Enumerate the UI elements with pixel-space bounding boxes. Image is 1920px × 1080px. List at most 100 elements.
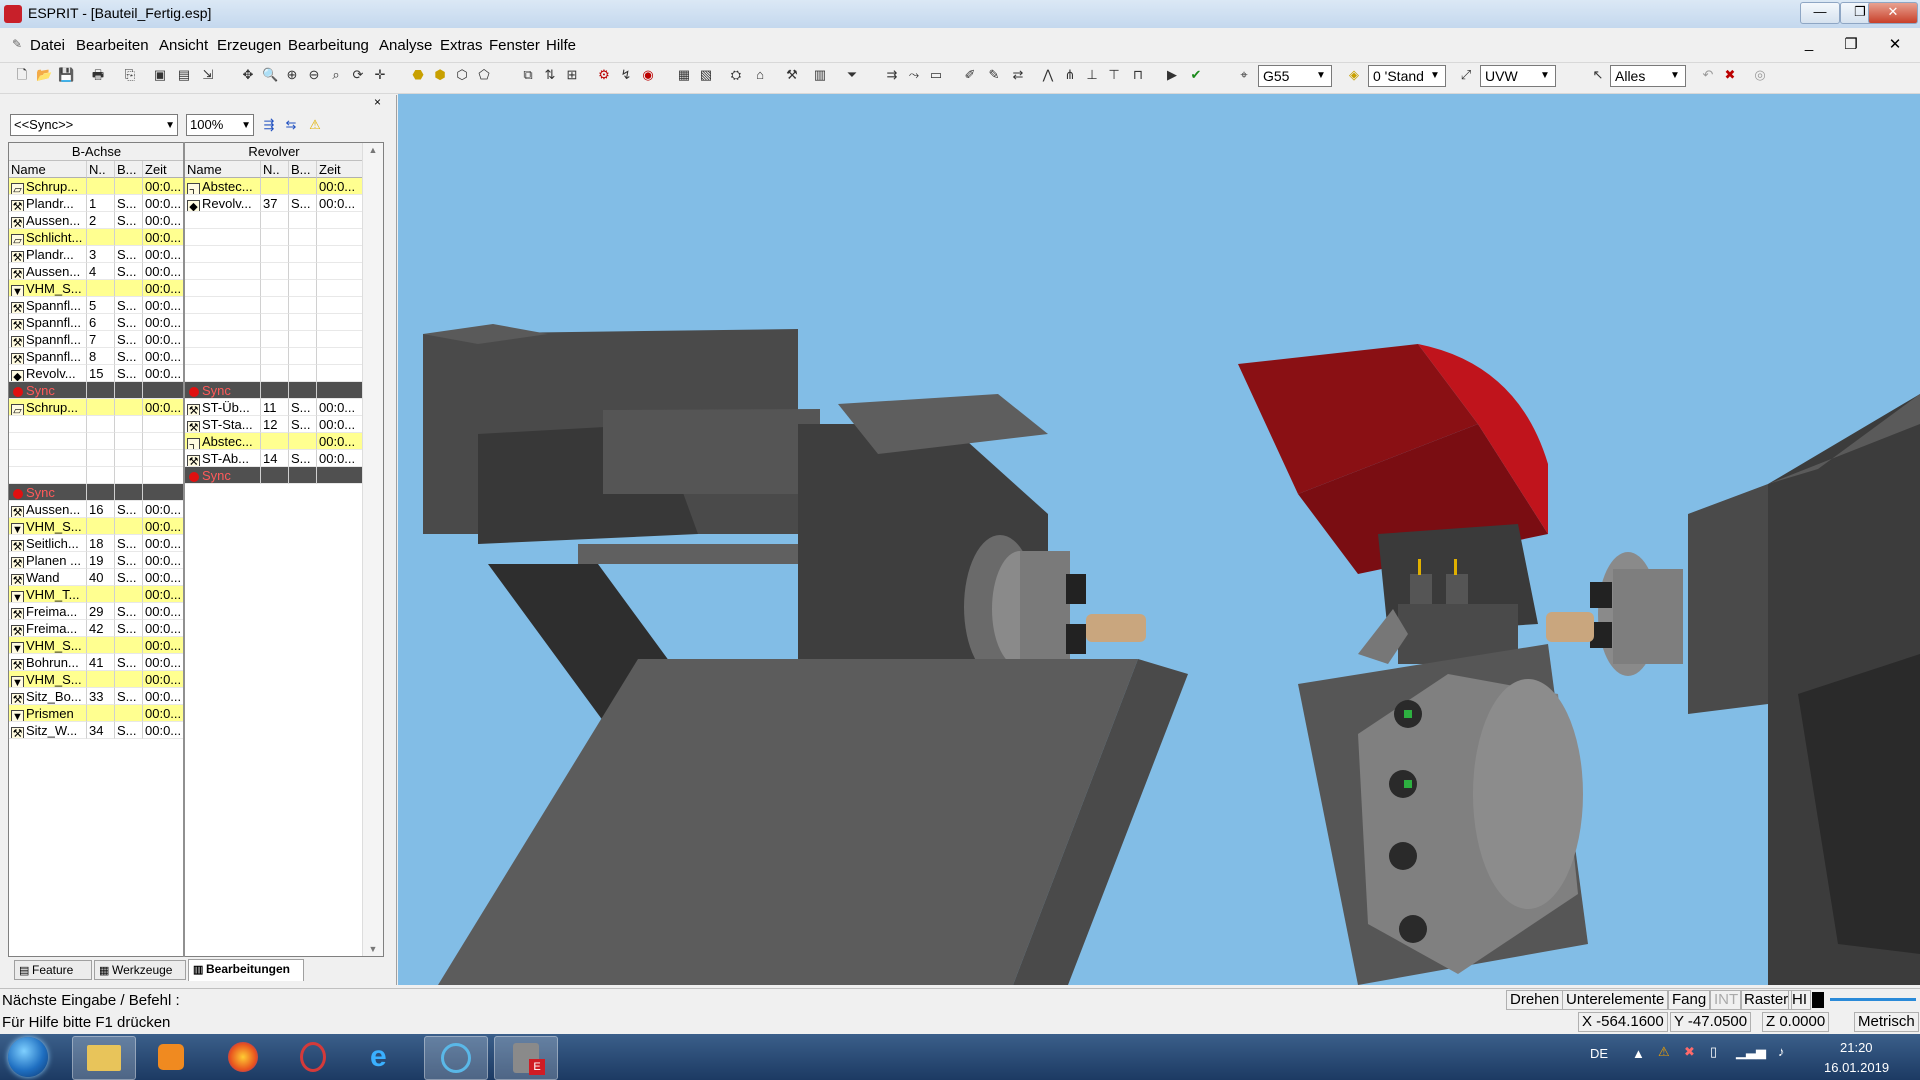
simulation-icon[interactable]: ▣ bbox=[152, 67, 168, 83]
layers-icon[interactable]: ▦ bbox=[676, 67, 692, 83]
operation-row[interactable]: ⚒ Sitz_Bo... 33 S... 00:0... bbox=[9, 688, 184, 705]
operation-row[interactable]: ⚒ Spannfl... 5 S... 00:0... bbox=[9, 297, 184, 314]
warning-icon[interactable]: ⚠ bbox=[306, 116, 324, 134]
taskbar-app-button[interactable] bbox=[424, 1036, 488, 1080]
operation-icon[interactable]: ▥ bbox=[812, 67, 828, 83]
drilling-icon[interactable]: ⋔ bbox=[1062, 67, 1078, 83]
operation-row[interactable]: ⚒ Freima... 42 S... 00:0... bbox=[9, 620, 184, 637]
zoom-in-icon[interactable]: ⊕ bbox=[284, 67, 300, 83]
sub-elements-indicator[interactable]: Unterelemente bbox=[1562, 990, 1669, 1010]
coordinate-combo[interactable]: UVW ▼ bbox=[1480, 65, 1556, 87]
operation-row[interactable]: ⚒ Spannfl... 6 S... 00:0... bbox=[9, 314, 184, 331]
threading-icon[interactable]: ⊤ bbox=[1106, 67, 1122, 83]
color-swatch[interactable] bbox=[1812, 992, 1824, 1008]
operation-row[interactable]: ⚒ Planen ... 19 S... 00:0... bbox=[9, 552, 184, 569]
erase-icon[interactable]: ▭ bbox=[928, 67, 944, 83]
rotate-icon[interactable]: ⟳ bbox=[350, 67, 366, 83]
selection-filter-combo[interactable]: Alles ▼ bbox=[1610, 65, 1686, 87]
turning-icon[interactable]: ⊥ bbox=[1084, 67, 1100, 83]
sync-add-icon[interactable]: ⇶ bbox=[260, 116, 278, 134]
tray-expand-icon[interactable]: ▲ bbox=[1632, 1046, 1645, 1061]
menu-hilfe[interactable]: Hilfe bbox=[546, 37, 576, 54]
shaded-icon[interactable]: ⬣ bbox=[410, 67, 426, 83]
part-view-icon[interactable]: ⌂ bbox=[752, 67, 768, 83]
column-divider[interactable] bbox=[183, 142, 185, 957]
operation-row[interactable]: ⚒ Wand 40 S... 00:0... bbox=[9, 569, 184, 586]
operation-row[interactable]: ◆ Revolv... 37 S... 00:0... bbox=[185, 195, 363, 212]
work-offset-combo[interactable]: G55 ▼ bbox=[1258, 65, 1332, 87]
operation-row[interactable]: ▼ VHM_S... 00:0... bbox=[9, 671, 184, 688]
operation-row[interactable]: ▼ Prismen 00:0... bbox=[9, 705, 184, 722]
delete-icon[interactable]: ✖ bbox=[1722, 67, 1738, 83]
simulation-start-icon[interactable]: ▶ bbox=[1164, 67, 1180, 83]
taskbar-ie-button[interactable]: e bbox=[354, 1036, 416, 1078]
operation-row[interactable]: ▱ Schrup... 00:0... bbox=[9, 178, 184, 195]
scroll-up-icon[interactable]: ▲ bbox=[363, 145, 383, 155]
sync-row[interactable]: Sync bbox=[185, 382, 363, 399]
operation-row[interactable]: ⚒ Sitz_W... 34 S... 00:0... bbox=[9, 722, 184, 739]
operation-row[interactable]: ▱ Schrup... 00:0... bbox=[9, 399, 184, 416]
clock-time[interactable]: 21:20 bbox=[1840, 1040, 1873, 1055]
menu-analyse[interactable]: Analyse bbox=[379, 37, 432, 54]
nc-code-icon[interactable]: ▤ bbox=[176, 67, 192, 83]
operation-row[interactable]: ⚒ Spannfl... 8 S... 00:0... bbox=[9, 348, 184, 365]
zoom-window-icon[interactable]: 🔍 bbox=[262, 67, 278, 83]
taskbar-media-player-button[interactable] bbox=[140, 1036, 202, 1078]
mdi-close-button[interactable]: ✕ bbox=[1882, 35, 1908, 55]
tray-device-icon[interactable]: ▯ bbox=[1710, 1044, 1717, 1060]
grooving-icon[interactable]: ⊓ bbox=[1130, 67, 1146, 83]
layer-combo[interactable]: 0 'Stand ▼ bbox=[1368, 65, 1446, 87]
column-header-number[interactable]: N.. bbox=[261, 161, 289, 178]
column-header-name[interactable]: Name bbox=[9, 161, 87, 178]
menu-bearbeiten[interactable]: Bearbeiten bbox=[76, 37, 149, 54]
wireframe-icon[interactable]: ⬡ bbox=[454, 67, 470, 83]
vertical-scrollbar[interactable]: ▲ ▼ bbox=[362, 143, 383, 956]
operation-row[interactable]: ⚒ Seitlich... 18 S... 00:0... bbox=[9, 535, 184, 552]
operation-row[interactable]: ▼ VHM_S... 00:0... bbox=[9, 518, 184, 535]
column-header-time[interactable]: Zeit bbox=[143, 161, 184, 178]
operation-row[interactable]: ⚒ ST-Sta... 12 S... 00:0... bbox=[185, 416, 363, 433]
tab-feature[interactable]: ▤ Feature bbox=[14, 960, 92, 980]
tray-network-error-icon[interactable]: ✖ bbox=[1684, 1044, 1695, 1060]
tray-warning-icon[interactable]: ⚠ bbox=[1658, 1044, 1670, 1060]
turret-view-icon[interactable]: ⛭ bbox=[728, 67, 744, 83]
feature-chain-icon[interactable]: ⤳ bbox=[906, 67, 922, 83]
tool-manager-icon[interactable]: ⚒ bbox=[784, 67, 800, 83]
taskbar-esprit-button[interactable]: E bbox=[494, 1036, 558, 1080]
operation-row[interactable]: ⚒ Bohrun... 41 S... 00:0... bbox=[9, 654, 184, 671]
operation-row[interactable]: ▱ Schlicht... 00:0... bbox=[9, 229, 184, 246]
shaded-edges-icon[interactable]: ⬢ bbox=[432, 67, 448, 83]
copy-icon[interactable]: ⎘ bbox=[122, 67, 138, 83]
operation-row[interactable]: ⚒ Plandr... 3 S... 00:0... bbox=[9, 246, 184, 263]
menu-erzeugen[interactable]: Erzeugen bbox=[217, 37, 281, 54]
pan-icon[interactable]: ✛ bbox=[372, 67, 388, 83]
operation-row[interactable]: ⚒ Freima... 29 S... 00:0... bbox=[9, 603, 184, 620]
menu-extras[interactable]: Extras bbox=[440, 37, 483, 54]
sync-filter-combo[interactable]: <<Sync>> ▼ bbox=[10, 114, 178, 136]
column-header-time[interactable]: Zeit bbox=[317, 161, 363, 178]
windows-start-icon[interactable] bbox=[8, 1037, 48, 1077]
zoom-combo[interactable]: 100% ▼ bbox=[186, 114, 254, 136]
sync-remove-icon[interactable]: ⇆ bbox=[282, 116, 300, 134]
scroll-down-icon[interactable]: ▼ bbox=[363, 944, 383, 954]
grid-indicator[interactable]: Raster bbox=[1740, 990, 1793, 1010]
operation-row[interactable]: ┐ Abstec... 00:0... bbox=[185, 178, 363, 195]
edit-operation-icon[interactable]: ✎ bbox=[986, 67, 1002, 83]
operation-row[interactable]: ⚒ Plandr... 1 S... 00:0... bbox=[9, 195, 184, 212]
mdi-minimize-button[interactable]: _ bbox=[1796, 35, 1822, 55]
clock-date[interactable]: 16.01.2019 bbox=[1824, 1060, 1889, 1075]
verify-icon[interactable]: ✔ bbox=[1188, 67, 1204, 83]
print-icon[interactable]: 🖶 bbox=[90, 67, 106, 83]
post-icon[interactable]: ⇲ bbox=[200, 67, 216, 83]
tray-volume-icon[interactable]: ♪ bbox=[1778, 1044, 1785, 1059]
operation-row[interactable]: ⚒ Aussen... 16 S... 00:0... bbox=[9, 501, 184, 518]
milling-icon[interactable]: ⋀ bbox=[1040, 67, 1056, 83]
view-axes-icon[interactable]: ⇅ bbox=[542, 67, 558, 83]
machine-setup-icon[interactable]: ⚙ bbox=[596, 67, 612, 83]
int-indicator[interactable]: INT bbox=[1710, 990, 1743, 1010]
zoom-fit-icon[interactable]: ⌕ bbox=[328, 67, 344, 83]
stop-icon[interactable]: ◎ bbox=[1752, 67, 1768, 83]
sync-row[interactable]: Sync bbox=[9, 484, 184, 501]
operation-row[interactable]: ⚒ ST-Üb... 11 S... 00:0... bbox=[185, 399, 363, 416]
operation-row[interactable]: ◆ Revolv... 15 S... 00:0... bbox=[9, 365, 184, 382]
